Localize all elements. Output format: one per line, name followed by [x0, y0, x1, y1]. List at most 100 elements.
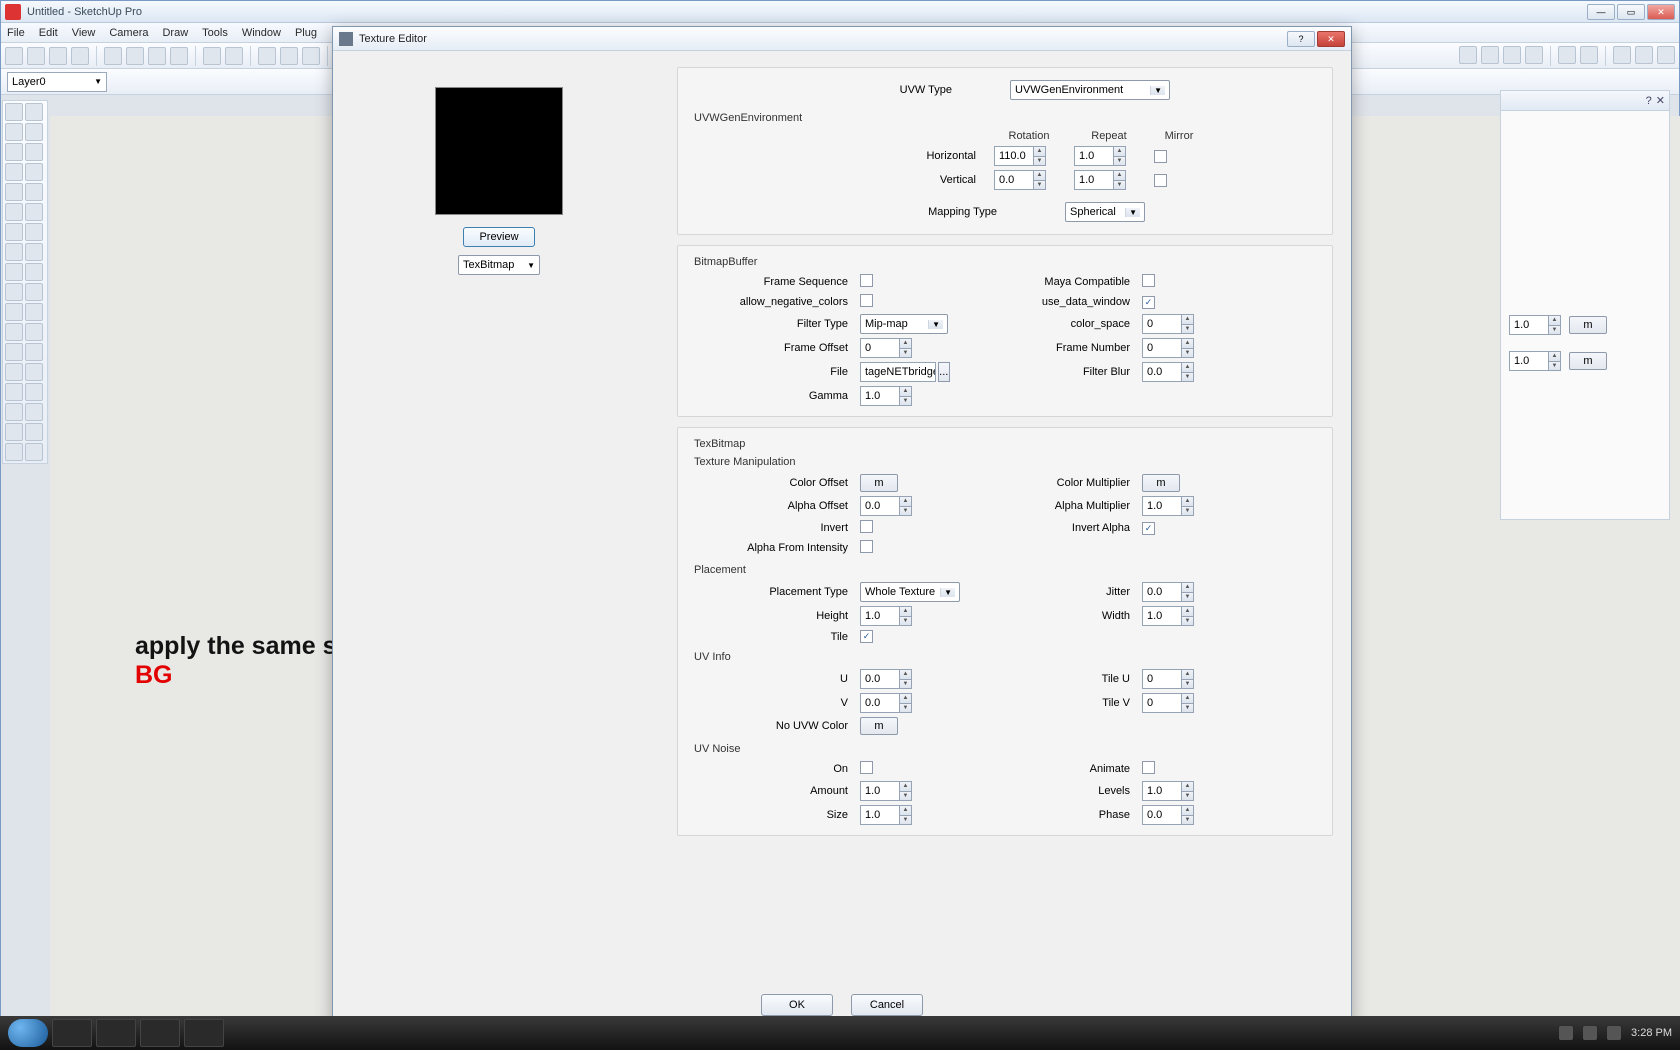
preview-button[interactable]: Preview	[463, 227, 535, 247]
tool-btn[interactable]	[5, 283, 23, 301]
tool-btn[interactable]	[5, 183, 23, 201]
clock[interactable]: 3:28 PM	[1631, 1027, 1672, 1039]
toolbar-btn[interactable]	[104, 47, 122, 65]
tool-btn[interactable]	[5, 323, 23, 341]
alpha-from-intensity-checkbox[interactable]	[860, 540, 873, 553]
tool-btn[interactable]	[5, 343, 23, 361]
tool-btn[interactable]	[25, 443, 43, 461]
vertical-mirror-checkbox[interactable]	[1154, 174, 1167, 187]
filter-blur-input[interactable]: 0.0▲▼	[1142, 362, 1194, 382]
toolbar-btn[interactable]	[258, 47, 276, 65]
close-icon[interactable]: ✕	[1656, 94, 1665, 107]
size-input[interactable]: 1.0▲▼	[860, 805, 912, 825]
file-browse-button[interactable]: ...	[938, 362, 950, 382]
tool-btn[interactable]	[25, 423, 43, 441]
menu-edit[interactable]: Edit	[39, 27, 58, 39]
tool-btn[interactable]	[25, 263, 43, 281]
menu-tools[interactable]: Tools	[202, 27, 228, 39]
tool-btn[interactable]	[25, 143, 43, 161]
color-offset-button[interactable]: m	[860, 474, 898, 492]
tool-btn[interactable]	[25, 383, 43, 401]
toolbar-btn[interactable]	[71, 47, 89, 65]
cancel-button[interactable]: Cancel	[851, 994, 923, 1016]
no-uvw-color-button[interactable]: m	[860, 717, 898, 735]
levels-input[interactable]: 1.0▲▼	[1142, 781, 1194, 801]
tool-btn[interactable]	[5, 363, 23, 381]
u-input[interactable]: 0.0▲▼	[860, 669, 912, 689]
tool-btn[interactable]	[5, 163, 23, 181]
tool-btn[interactable]	[25, 123, 43, 141]
menu-window[interactable]: Window	[242, 27, 281, 39]
frame-sequence-checkbox[interactable]	[860, 274, 873, 287]
tool-btn[interactable]	[5, 123, 23, 141]
toolbar-btn[interactable]	[203, 47, 221, 65]
tile-checkbox[interactable]: ✓	[860, 630, 873, 643]
frame-number-input[interactable]: 0▲▼	[1142, 338, 1194, 358]
side-num-1[interactable]: 1.0▲▼	[1509, 315, 1561, 335]
tool-btn[interactable]	[5, 143, 23, 161]
tool-btn[interactable]	[5, 103, 23, 121]
toolbar-btn[interactable]	[1558, 46, 1576, 64]
tool-btn[interactable]	[25, 103, 43, 121]
toolbar-btn[interactable]	[27, 47, 45, 65]
height-input[interactable]: 1.0▲▼	[860, 606, 912, 626]
vertical-rotation-input[interactable]: 0.0▲▼	[994, 170, 1046, 190]
frame-offset-input[interactable]: 0▲▼	[860, 338, 912, 358]
on-checkbox[interactable]	[860, 761, 873, 774]
tray-icon[interactable]	[1607, 1026, 1621, 1040]
tool-btn[interactable]	[5, 303, 23, 321]
horizontal-mirror-checkbox[interactable]	[1154, 150, 1167, 163]
menu-file[interactable]: File	[7, 27, 25, 39]
toolbar-btn[interactable]	[5, 47, 23, 65]
menu-plugins[interactable]: Plug	[295, 27, 317, 39]
tool-btn[interactable]	[5, 243, 23, 261]
tool-btn[interactable]	[25, 343, 43, 361]
use-data-window-checkbox[interactable]: ✓	[1142, 296, 1155, 309]
color-multiplier-button[interactable]: m	[1142, 474, 1180, 492]
tool-btn[interactable]	[5, 423, 23, 441]
preview-type-dropdown[interactable]: TexBitmap ▼	[458, 255, 540, 275]
start-button[interactable]	[8, 1019, 48, 1047]
file-input[interactable]: tageNETbridgeHigh.hdr	[860, 362, 936, 382]
tray-icon[interactable]	[1583, 1026, 1597, 1040]
side-color-2[interactable]: m	[1569, 352, 1607, 370]
alpha-offset-input[interactable]: 0.0▲▼	[860, 496, 912, 516]
dialog-close-button[interactable]: ✕	[1317, 31, 1345, 47]
allow-negative-checkbox[interactable]	[860, 294, 873, 307]
tool-btn[interactable]	[25, 203, 43, 221]
tile-u-input[interactable]: 0▲▼	[1142, 669, 1194, 689]
vertical-repeat-input[interactable]: 1.0▲▼	[1074, 170, 1126, 190]
horizontal-rotation-input[interactable]: 110.0▲▼	[994, 146, 1046, 166]
taskbar-item[interactable]	[52, 1019, 92, 1047]
tool-btn[interactable]	[25, 323, 43, 341]
filter-type-dropdown[interactable]: Mip-map▼	[860, 314, 948, 334]
side-num-2[interactable]: 1.0▲▼	[1509, 351, 1561, 371]
uvw-type-dropdown[interactable]: UVWGenEnvironment▼	[1010, 80, 1170, 100]
maximize-button[interactable]: ▭	[1617, 4, 1645, 20]
phase-input[interactable]: 0.0▲▼	[1142, 805, 1194, 825]
toolbar-btn[interactable]	[1525, 46, 1543, 64]
tile-v-input[interactable]: 0▲▼	[1142, 693, 1194, 713]
tool-btn[interactable]	[5, 203, 23, 221]
invert-alpha-checkbox[interactable]: ✓	[1142, 522, 1155, 535]
toolbar-btn[interactable]	[1657, 46, 1675, 64]
menu-view[interactable]: View	[72, 27, 96, 39]
tool-btn[interactable]	[5, 383, 23, 401]
taskbar-item[interactable]	[140, 1019, 180, 1047]
menu-draw[interactable]: Draw	[162, 27, 188, 39]
tool-btn[interactable]	[5, 223, 23, 241]
toolbar-btn[interactable]	[1459, 46, 1477, 64]
v-input[interactable]: 0.0▲▼	[860, 693, 912, 713]
gamma-input[interactable]: 1.0▲▼	[860, 386, 912, 406]
taskbar-item[interactable]	[184, 1019, 224, 1047]
toolbar-btn[interactable]	[1481, 46, 1499, 64]
tray-icon[interactable]	[1559, 1026, 1573, 1040]
toolbar-btn[interactable]	[1580, 46, 1598, 64]
tool-btn[interactable]	[25, 163, 43, 181]
toolbar-btn[interactable]	[280, 47, 298, 65]
layer-dropdown[interactable]: Layer0 ▼	[7, 72, 107, 92]
animate-checkbox[interactable]	[1142, 761, 1155, 774]
ok-button[interactable]: OK	[761, 994, 833, 1016]
tool-btn[interactable]	[25, 183, 43, 201]
help-icon[interactable]: ?	[1646, 95, 1652, 107]
